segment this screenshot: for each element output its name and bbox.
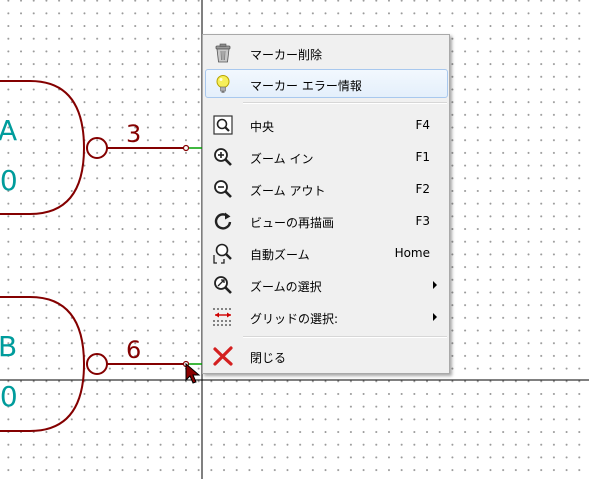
gate-a-number: 00	[0, 164, 18, 197]
submenu-arrow-icon	[433, 281, 437, 289]
trash-icon	[215, 43, 231, 63]
menu-item-label: 中央	[250, 120, 275, 134]
menu-item-shortcut: F4	[415, 118, 430, 132]
menu-item-delete-marker[interactable]: マーカー削除	[205, 38, 448, 67]
context-menu: マーカー削除 マーカー エラー情報 中央 F4 ズーム イン F1 ズーム アウ…	[202, 34, 450, 374]
menu-item-label: ズームの選択	[250, 280, 322, 294]
zoom-in-icon	[214, 148, 232, 166]
menu-item-close[interactable]: 閉じる	[205, 341, 448, 370]
close-icon	[213, 346, 233, 366]
menu-item-label: マーカー エラー情報	[250, 79, 362, 93]
gate-b-inversion-bubble	[86, 353, 108, 375]
menu-item-zoom-out[interactable]: ズーム アウト F2	[205, 174, 448, 203]
zoom-select-icon	[214, 276, 232, 294]
menu-item-label: 自動ズーム	[250, 248, 310, 262]
menu-item-shortcut: F3	[415, 214, 430, 228]
submenu-arrow-icon	[433, 313, 437, 321]
gate-a-inversion-bubble	[86, 137, 108, 159]
menu-item-shortcut: Home	[394, 246, 430, 260]
menu-item-label: 閉じる	[250, 351, 287, 365]
menu-item-label: ビューの再描画	[250, 216, 335, 230]
grid-icon	[213, 308, 231, 326]
zoom-fit-icon	[213, 243, 232, 264]
menu-separator	[243, 102, 447, 104]
gate-a-pin-number: 3	[126, 120, 141, 148]
redraw-icon	[214, 212, 232, 230]
lightbulb-icon	[216, 75, 230, 93]
menu-item-label: ズーム イン	[250, 152, 314, 166]
menu-item-shortcut: F1	[415, 150, 430, 164]
menu-item-redraw[interactable]: ビューの再描画 F3	[205, 206, 448, 235]
menu-separator	[243, 336, 447, 338]
gate-b-number: 00	[0, 380, 18, 413]
menu-item-label: ズーム アウト	[250, 184, 326, 198]
gate-b-pin-number: 6	[126, 336, 141, 364]
mouse-pointer-icon	[185, 362, 206, 384]
menu-item-zoom-select[interactable]: ズームの選択	[205, 270, 448, 299]
menu-item-label: グリッドの選択:	[250, 312, 339, 326]
gate-a-pin-end	[182, 144, 190, 152]
zoom-center-icon	[213, 115, 233, 135]
menu-item-center[interactable]: 中央 F4	[205, 110, 448, 139]
gate-b-letter: B	[0, 330, 17, 363]
menu-item-auto-zoom[interactable]: 自動ズーム Home	[205, 238, 448, 267]
menu-item-zoom-in[interactable]: ズーム イン F1	[205, 142, 448, 171]
menu-item-label: マーカー削除	[250, 48, 323, 62]
menu-item-marker-error-info[interactable]: マーカー エラー情報	[205, 69, 448, 98]
menu-item-shortcut: F2	[415, 182, 430, 196]
menu-item-grid-select[interactable]: グリッドの選択:	[205, 302, 448, 331]
gate-a-letter: A	[0, 114, 17, 147]
gate-b[interactable]: B 00 6	[0, 296, 202, 432]
zoom-out-icon	[214, 180, 232, 198]
gate-a[interactable]: A 00 3	[0, 80, 202, 215]
